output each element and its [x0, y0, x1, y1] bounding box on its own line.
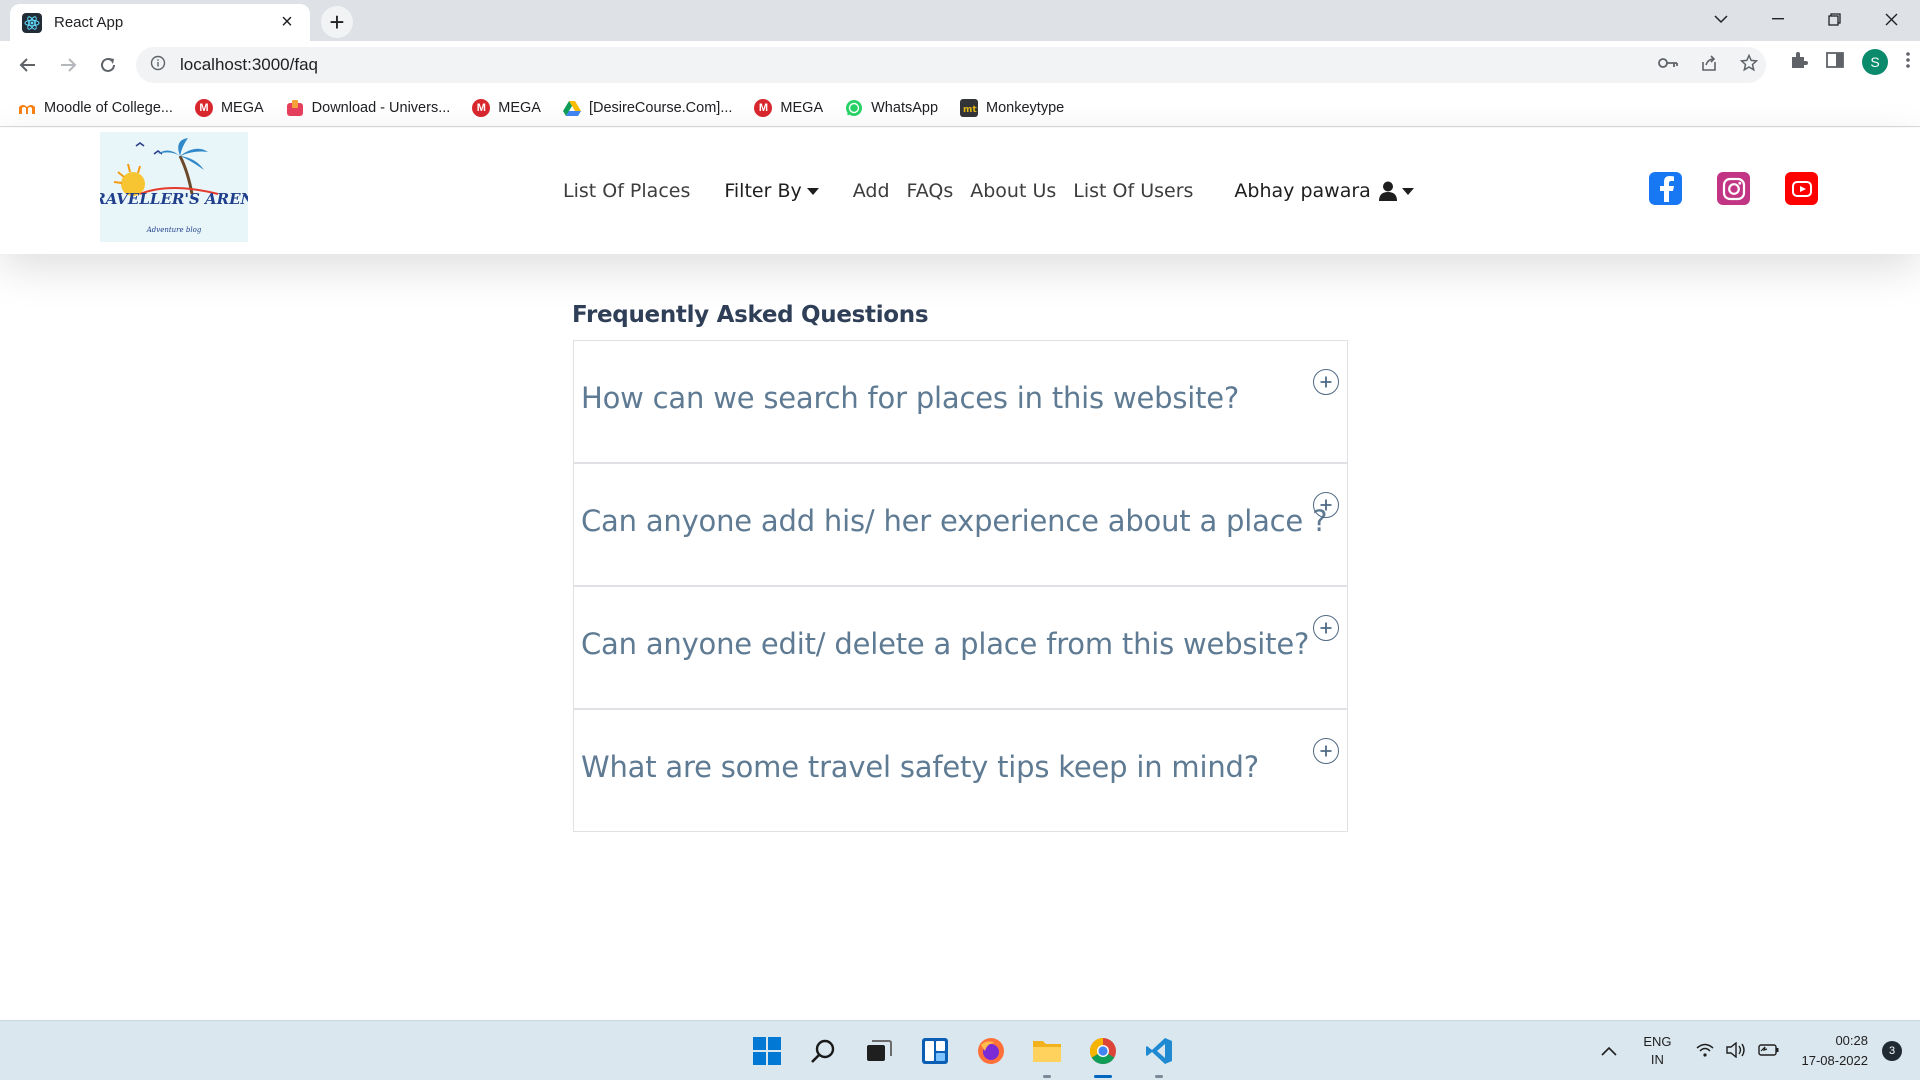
logo-title: TRAVELLER'S ARENA: [100, 190, 248, 208]
forward-arrow-icon[interactable]: [52, 49, 84, 81]
monkeytype-icon: mt: [960, 98, 979, 117]
mega-icon: M: [194, 98, 213, 117]
nav-filter-by-label: Filter By: [724, 180, 802, 202]
faq-accordion: How can we search for places in this web…: [573, 340, 1348, 832]
profile-avatar[interactable]: S: [1862, 49, 1888, 75]
chrome-icon[interactable]: [1086, 1034, 1120, 1078]
vscode-icon[interactable]: [1142, 1034, 1176, 1078]
close-window-button[interactable]: [1863, 0, 1920, 38]
file-explorer-icon[interactable]: [1030, 1034, 1064, 1078]
instagram-icon[interactable]: [1717, 172, 1750, 205]
tab-search-icon[interactable]: [1692, 0, 1749, 38]
caret-down-icon: [1401, 187, 1414, 195]
volume-icon[interactable]: [1725, 1041, 1746, 1061]
bookmark-item[interactable]: [DesireCourse.Com]...: [562, 99, 732, 117]
react-icon: [22, 12, 42, 33]
user-name: Abhay pawara: [1234, 180, 1371, 202]
clock-date: 17-08-2022: [1801, 1053, 1869, 1068]
plus-circle-icon[interactable]: [1313, 615, 1339, 641]
back-arrow-icon[interactable]: [12, 49, 44, 81]
task-view-icon[interactable]: [862, 1034, 896, 1068]
share-icon[interactable]: [1700, 54, 1718, 77]
plus-circle-icon[interactable]: [1313, 738, 1339, 764]
firefox-icon[interactable]: [974, 1034, 1008, 1068]
nav-about-us[interactable]: About Us: [970, 180, 1056, 202]
bookmark-item[interactable]: M MEGA: [754, 98, 823, 117]
user-icon: [1378, 181, 1397, 201]
bookmark-star-icon[interactable]: [1739, 53, 1759, 77]
page-content: TRAVELLER'S ARENA Adventure blog List Of…: [0, 128, 1920, 1020]
windows-start-icon[interactable]: [750, 1034, 784, 1068]
faq-item[interactable]: Can anyone add his/ her experience about…: [573, 463, 1348, 586]
menu-dots-icon[interactable]: [1906, 51, 1910, 73]
plus-circle-icon[interactable]: [1313, 369, 1339, 395]
close-icon[interactable]: ×: [276, 11, 298, 34]
caret-down-icon: [806, 187, 819, 195]
taskbar-apps: [750, 1021, 1176, 1080]
facebook-icon[interactable]: [1649, 172, 1682, 205]
info-icon[interactable]: [150, 55, 166, 76]
key-icon[interactable]: [1658, 56, 1678, 74]
notification-badge[interactable]: 3: [1882, 1041, 1902, 1061]
wifi-icon[interactable]: [1696, 1043, 1714, 1060]
faq-question: Can anyone add his/ her experience about…: [581, 504, 1328, 538]
mega-icon: M: [754, 98, 773, 117]
bookmark-item[interactable]: Moodle of College...: [18, 99, 173, 117]
svg-text:mt: mt: [963, 105, 977, 115]
bookmark-item[interactable]: Download - Univers...: [286, 99, 450, 117]
social-links: [1649, 172, 1818, 205]
faq-question: How can we search for places in this web…: [581, 381, 1240, 415]
whatsapp-icon: [845, 99, 863, 117]
faq-question: What are some travel safety tips keep in…: [581, 750, 1259, 784]
address-bar[interactable]: localhost:3000/faq: [136, 47, 1766, 83]
browser-tabstrip: React App × +: [0, 0, 1920, 41]
clock[interactable]: 00:28 17-08-2022: [1802, 1031, 1869, 1071]
nav-list-of-users[interactable]: List Of Users: [1073, 180, 1193, 202]
main-nav: List Of Places Filter By Add FAQs About …: [563, 128, 1414, 254]
language-indicator[interactable]: ENG IN: [1643, 1033, 1671, 1069]
moodle-icon: [18, 99, 36, 117]
browser-toolbar: localhost:3000/faq S: [0, 41, 1920, 89]
nav-faqs[interactable]: FAQs: [907, 180, 954, 202]
extensions-icon[interactable]: [1790, 51, 1808, 74]
chevron-up-icon[interactable]: [1601, 1044, 1617, 1059]
nav-filter-by-dropdown[interactable]: Filter By: [724, 180, 819, 202]
logo-tagline: Adventure blog: [146, 226, 202, 234]
bookmark-item[interactable]: M MEGA: [194, 98, 264, 117]
window-controls: [1692, 0, 1920, 38]
user-menu-dropdown[interactable]: Abhay pawara: [1234, 180, 1414, 202]
page-title: Frequently Asked Questions: [572, 302, 929, 328]
download-icon: [286, 99, 304, 117]
new-tab-button[interactable]: +: [321, 6, 353, 38]
search-icon[interactable]: [806, 1034, 840, 1068]
bookmark-item[interactable]: mt Monkeytype: [960, 98, 1064, 117]
battery-icon[interactable]: [1757, 1043, 1780, 1060]
bookmark-item[interactable]: M MEGA: [472, 98, 541, 117]
nav-add[interactable]: Add: [853, 180, 890, 202]
plus-circle-icon[interactable]: [1313, 492, 1339, 518]
minimize-button[interactable]: [1749, 0, 1806, 38]
widgets-icon[interactable]: [918, 1034, 952, 1068]
faq-item[interactable]: Can anyone edit/ delete a place from thi…: [573, 586, 1348, 709]
bookmark-item[interactable]: WhatsApp: [845, 99, 938, 117]
system-tray: ENG IN 00:28 17-08-2022 3: [1601, 1021, 1920, 1080]
site-logo[interactable]: TRAVELLER'S ARENA Adventure blog: [100, 132, 248, 242]
faq-item[interactable]: What are some travel safety tips keep in…: [573, 709, 1348, 832]
mega-icon: M: [472, 98, 491, 117]
faq-question: Can anyone edit/ delete a place from thi…: [581, 627, 1310, 661]
restore-button[interactable]: [1806, 0, 1863, 38]
bookmarks-bar: Moodle of College... M MEGA Download - U…: [0, 89, 1920, 127]
taskbar: ENG IN 00:28 17-08-2022 3: [0, 1020, 1920, 1080]
youtube-icon[interactable]: [1785, 172, 1818, 205]
reload-icon[interactable]: [92, 49, 124, 81]
clock-time: 00:28: [1835, 1033, 1868, 1048]
url-text: localhost:3000/faq: [180, 55, 318, 74]
browser-tab[interactable]: React App ×: [10, 4, 310, 41]
nav-list-of-places[interactable]: List Of Places: [563, 180, 690, 202]
tab-title: React App: [54, 14, 124, 31]
google-drive-icon: [562, 99, 581, 117]
side-panel-icon[interactable]: [1826, 51, 1844, 73]
site-navbar: TRAVELLER'S ARENA Adventure blog List Of…: [0, 128, 1920, 254]
faq-item[interactable]: How can we search for places in this web…: [573, 340, 1348, 463]
